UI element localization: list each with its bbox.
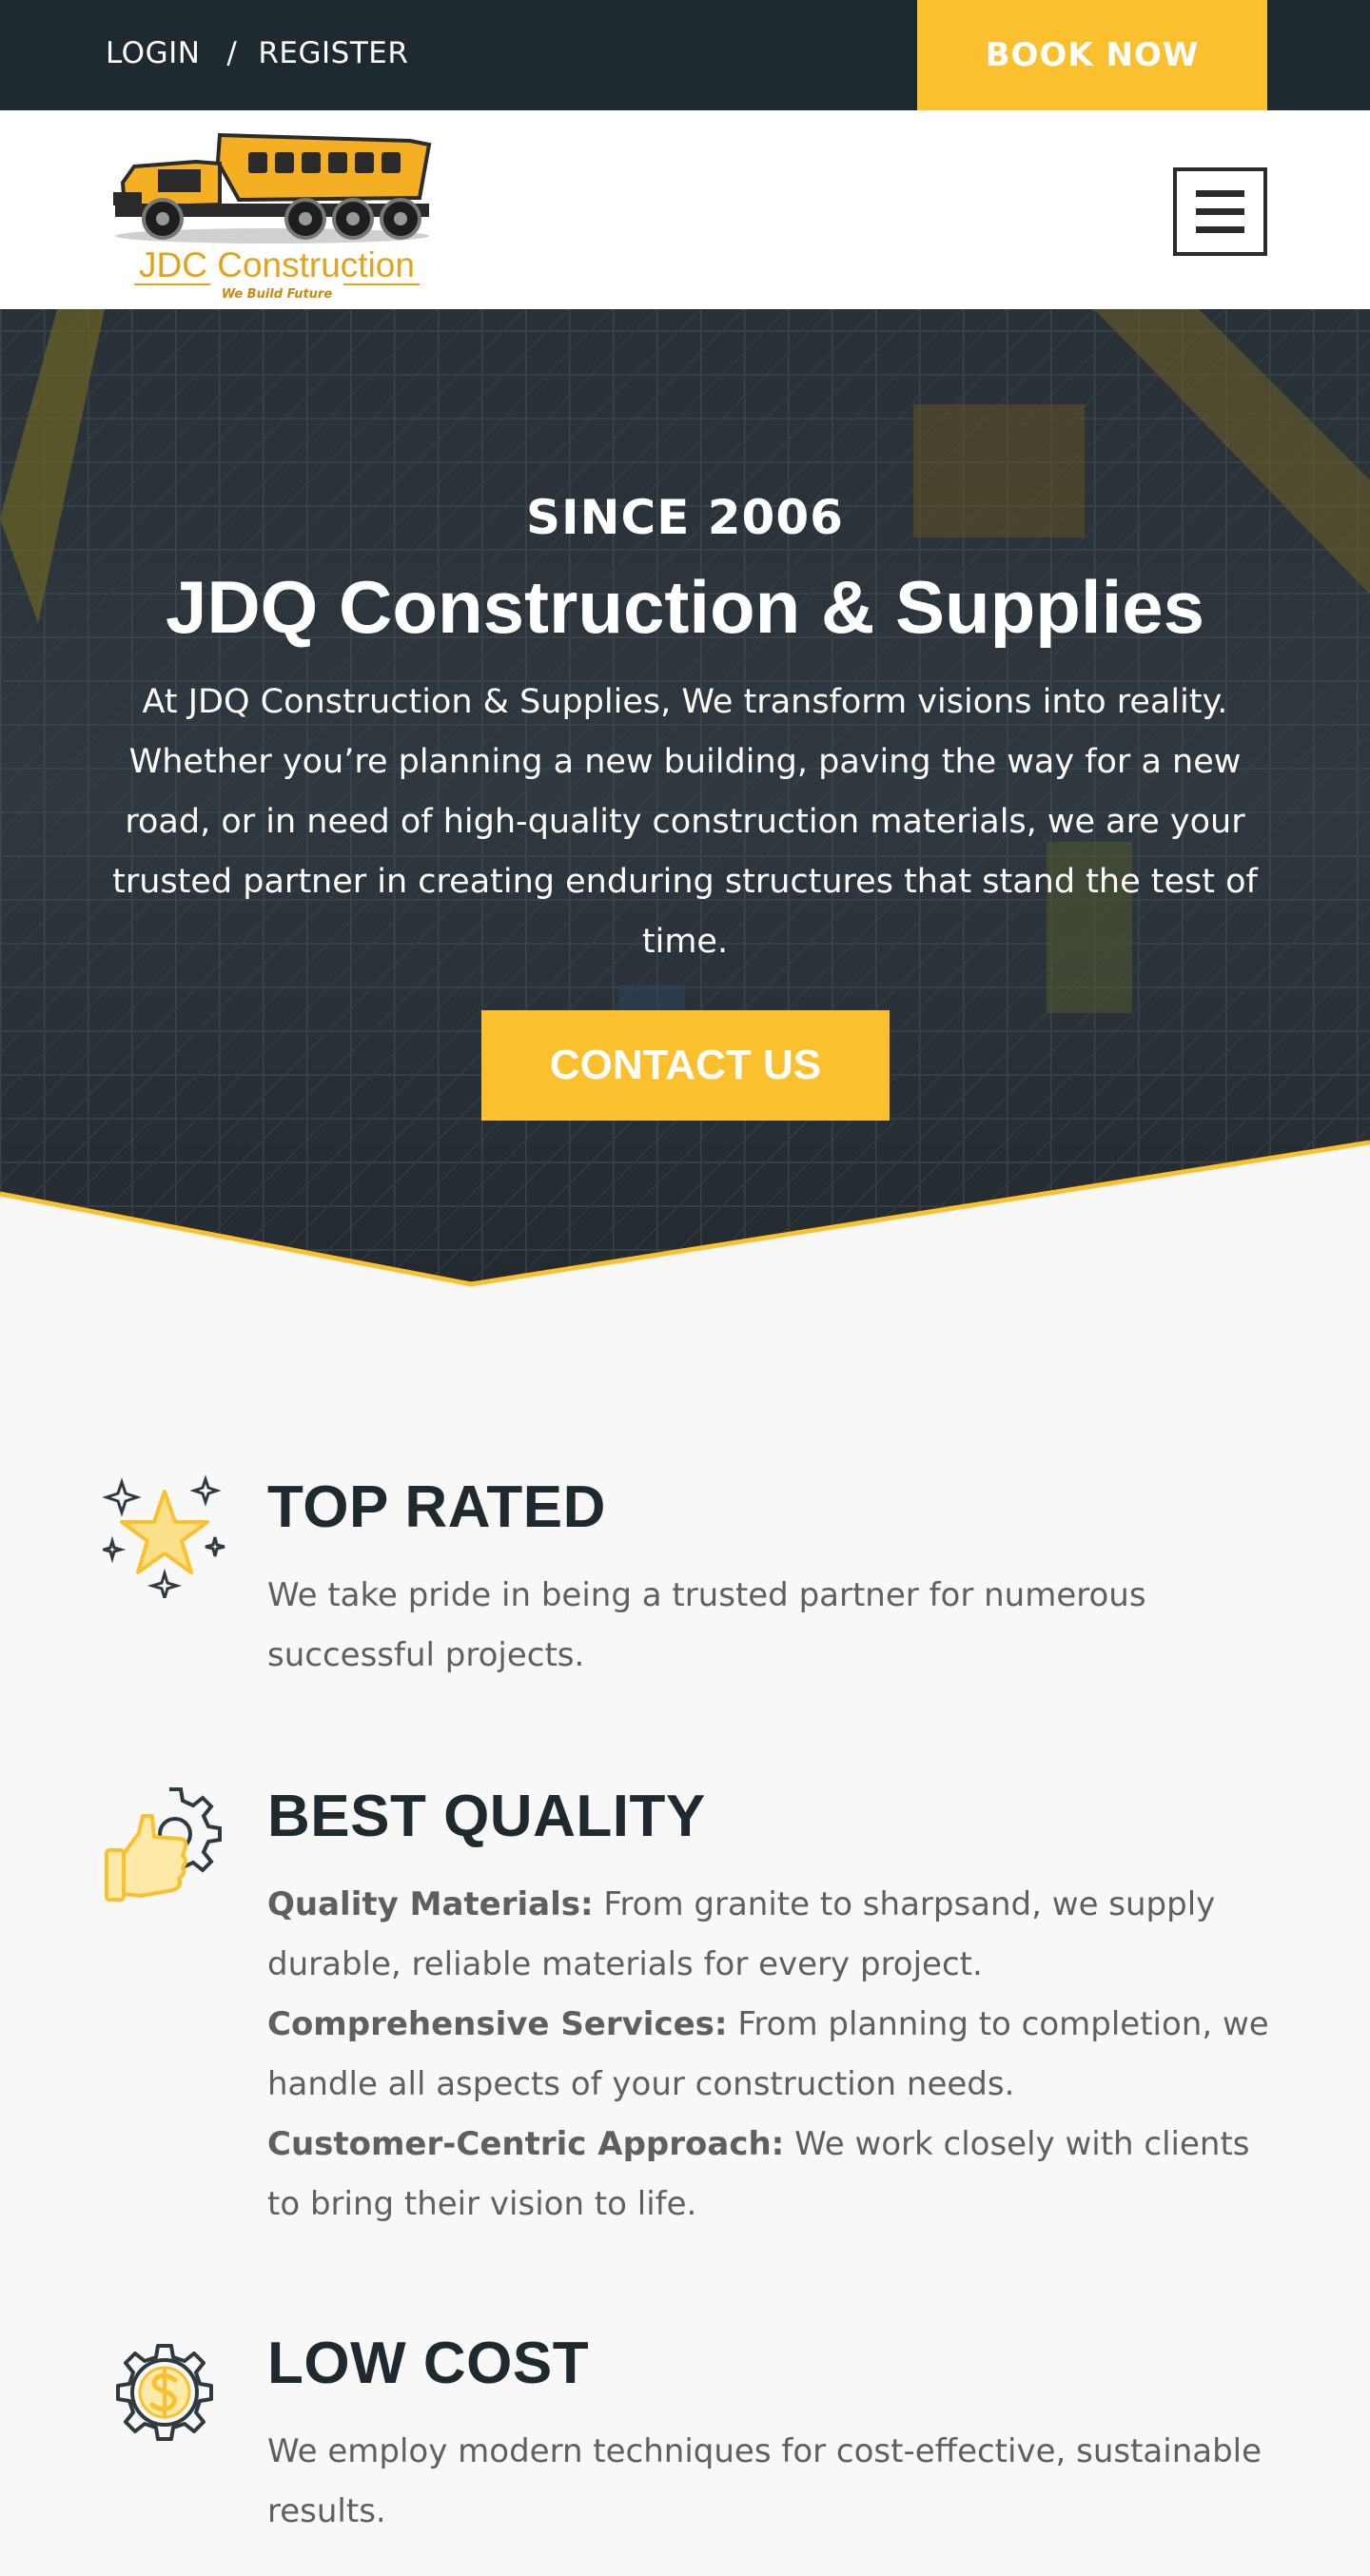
feature-list-item: Customer-Centric Approach: We work close… — [267, 2115, 1276, 2234]
feature-title: BEST QUALITY — [267, 1784, 706, 1849]
hamburger-menu-button[interactable] — [1173, 167, 1267, 256]
feature-description-list: Quality Materials: From granite to sharp… — [267, 1875, 1276, 2234]
hero-title: JDQ Construction & Supplies — [165, 565, 1205, 649]
thumbs-up-gear-icon — [105, 1787, 222, 1902]
hamburger-icon-line — [1196, 226, 1244, 233]
feature-item-label: Customer-Centric Approach: — [267, 2125, 785, 2163]
auth-separator: / — [226, 36, 238, 70]
star-icon — [103, 1474, 225, 1598]
feature-title: LOW COST — [267, 2331, 590, 2396]
feature-list-item: Comprehensive Services: From planning to… — [267, 1995, 1276, 2115]
register-link[interactable]: REGISTER — [258, 36, 408, 70]
dollar-gear-icon — [116, 2344, 213, 2441]
feature-item-label: Quality Materials: — [267, 1885, 594, 1923]
hero-description: At JDQ Construction & Supplies, We trans… — [112, 683, 1258, 961]
dump-truck-logo-icon — [113, 132, 432, 244]
site-header: JDC Construction We Build Future — [0, 110, 1370, 309]
contact-us-button[interactable]: CONTACT US — [481, 1010, 890, 1121]
auth-links: LOGIN / REGISTER — [106, 36, 408, 70]
logo-text: JDC Construction — [139, 245, 415, 284]
logo[interactable]: JDC Construction We Build Future — [106, 124, 448, 302]
top-bar: LOGIN / REGISTER BOOK NOW — [0, 0, 1370, 110]
feature-item-label: Comprehensive Services: — [267, 2005, 728, 2043]
login-link[interactable]: LOGIN — [106, 36, 200, 70]
hamburger-icon — [1196, 190, 1244, 197]
logo-tagline: We Build Future — [221, 287, 333, 302]
feature-description: We take pride in being a trusted partner… — [267, 1576, 1146, 1674]
hero-section: SINCE 2006 JDQ Construction & Supplies A… — [0, 309, 1370, 1289]
logo-underline — [134, 283, 420, 285]
book-now-button[interactable]: BOOK NOW — [917, 0, 1267, 110]
feature-title: TOP RATED — [267, 1474, 606, 1540]
feature-description: We employ modern techniques for cost-eff… — [267, 2432, 1262, 2530]
feature-list-item: Quality Materials: From granite to sharp… — [267, 1875, 1276, 1995]
hamburger-icon-line — [1196, 208, 1244, 215]
hero-since: SINCE 2006 — [526, 490, 844, 545]
